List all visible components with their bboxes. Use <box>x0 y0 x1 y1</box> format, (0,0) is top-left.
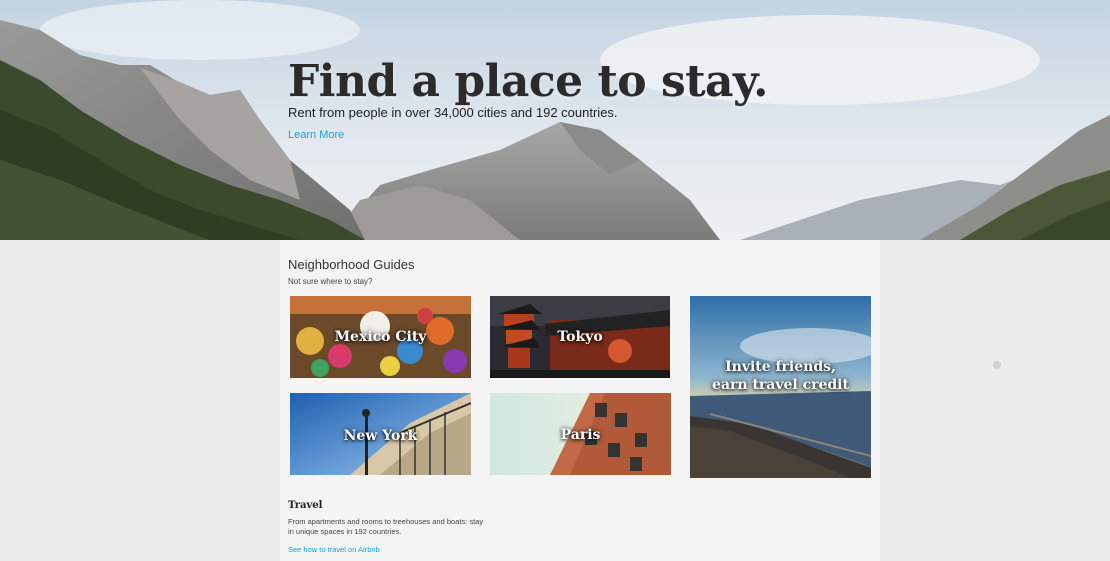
travel-description: From apartments and rooms to treehouses … <box>288 517 484 536</box>
hero-title: Find a place to stay. <box>288 56 768 107</box>
invite-friends-tile[interactable]: Invite friends, earn travel credit <box>690 296 871 478</box>
tile-new-york[interactable]: New York <box>290 393 471 475</box>
hero-subtitle: Rent from people in over 34,000 cities a… <box>288 105 618 120</box>
tile-mexico-city[interactable]: Mexico City <box>290 296 471 378</box>
invite-label-line1: Invite friends, <box>725 359 836 375</box>
neighborhood-guides-title: Neighborhood Guides <box>288 257 415 272</box>
tile-label-paris: Paris <box>560 427 601 443</box>
scroll-indicator[interactable] <box>993 361 1001 369</box>
tile-paris[interactable]: Paris <box>490 393 671 475</box>
learn-more-link[interactable]: Learn More <box>288 129 344 141</box>
tile-label-new-york: New York <box>343 428 418 444</box>
mountain-landscape-image <box>0 0 1110 240</box>
travel-title: Travel <box>288 500 323 511</box>
tile-label-mexico-city: Mexico City <box>334 329 427 345</box>
tile-label-tokyo: Tokyo <box>557 329 603 345</box>
neighborhood-guides-subtitle: Not sure where to stay? <box>288 277 373 286</box>
hero-banner: Find a place to stay. Rent from people i… <box>0 0 1110 240</box>
tile-tokyo[interactable]: Tokyo <box>490 296 670 378</box>
invite-label-line2: earn travel credit <box>712 377 849 393</box>
travel-link[interactable]: See how to travel on Airbnb <box>288 545 380 554</box>
